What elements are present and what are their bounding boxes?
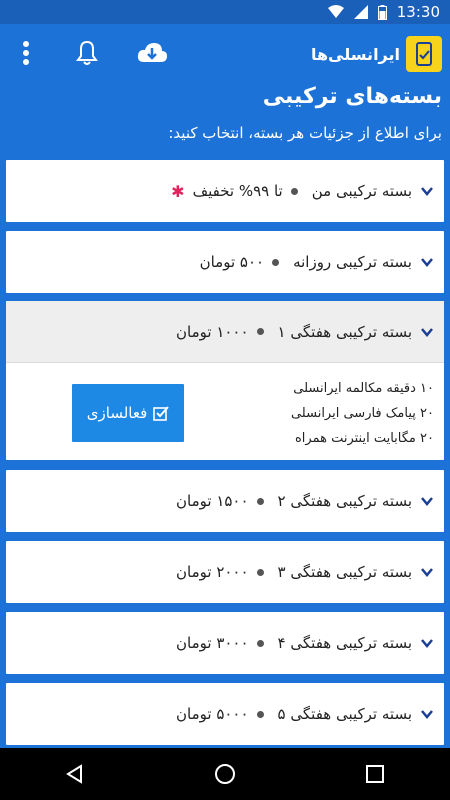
package-item-expanded[interactable]: بسته ترکیبی هفتگی ۱ ۱۰۰۰ تومان ۱۰ دقیقه … [6,301,444,460]
package-price: ۲۰۰۰ تومان [176,563,249,581]
package-header[interactable]: بسته ترکیبی هفتگی ۴ ۳۰۰۰ تومان [6,612,444,674]
package-item[interactable]: بسته ترکیبی هفتگی ۵ ۵۰۰۰ تومان [6,683,444,745]
package-price: ۱۵۰۰ تومان [176,492,249,510]
package-price: ۳۰۰۰ تومان [176,634,249,652]
navigation-bar [0,748,450,800]
feature-list: ۱۰ دقیقه مکالمه ایرانسلی ۲۰ پیامک فارسی … [291,376,434,451]
bell-icon[interactable] [72,38,102,68]
package-header[interactable]: بسته ترکیبی هفتگی ۱ ۱۰۰۰ تومان [6,301,444,363]
package-item[interactable]: بسته ترکیبی هفتگی ۲ ۱۵۰۰ تومان [6,470,444,532]
package-header[interactable]: بسته ترکیبی هفتگی ۵ ۵۰۰۰ تومان [6,683,444,745]
signal-icon [353,5,368,19]
package-price: ۵۰۰ تومان [199,253,265,271]
package-name: بسته ترکیبی هفتگی ۲ [277,492,412,510]
package-name: بسته ترکیبی هفتگی ۵ [277,705,412,723]
separator-dot [256,639,264,647]
package-item[interactable]: بسته ترکیبی هفتگی ۳ ۲۰۰۰ تومان [6,541,444,603]
package-name: بسته ترکیبی هفتگی ۴ [277,634,412,652]
chevron-down-icon [420,184,434,198]
feature-item: ۱۰ دقیقه مکالمه ایرانسلی [293,381,434,396]
wifi-icon [327,5,344,19]
page-subtitle: برای اطلاع از جزئیات هر بسته، انتخاب کنی… [168,124,442,142]
package-price: ۱۰۰۰ تومان [176,322,249,341]
package-name: بسته ترکیبی هفتگی ۱ [277,322,412,341]
activate-label: فعالسازی [86,404,148,422]
package-list: بسته ترکیبی من تا ۹۹% تخفیف ✱ بسته ترکیب… [0,146,450,748]
chevron-down-icon [420,255,434,269]
app-header: ایرانسلی‌ها بسته‌های ترکیبی برای اطلاع ا… [0,24,450,146]
checkbox-icon [153,405,169,421]
package-name: بسته ترکیبی هفتگی ۳ [277,563,412,581]
package-item[interactable]: بسته ترکیبی من تا ۹۹% تخفیف ✱ [6,160,444,222]
home-icon[interactable] [205,754,245,794]
status-bar: 13:30 [0,0,450,24]
package-name: بسته ترکیبی من [311,182,412,200]
package-header[interactable]: بسته ترکیبی هفتگی ۳ ۲۰۰۰ تومان [6,541,444,603]
package-details: ۱۰ دقیقه مکالمه ایرانسلی ۲۰ پیامک فارسی … [6,364,444,461]
package-name: بسته ترکیبی روزانه [293,253,412,271]
activate-button[interactable]: فعالسازی [72,384,184,442]
brand-name: ایرانسلی‌ها [310,44,400,64]
star-badge: ✱ [171,181,185,201]
chevron-down-icon [420,636,434,650]
package-price: تا ۹۹% تخفیف [192,182,283,200]
status-time: 13:30 [396,3,440,21]
separator-dot [256,497,264,505]
package-item[interactable]: بسته ترکیبی روزانه ۵۰۰ تومان [6,231,444,293]
back-icon[interactable] [55,754,95,794]
brand-logo [406,36,442,72]
chevron-down-icon [420,707,434,721]
recents-icon[interactable] [355,754,395,794]
package-header[interactable]: بسته ترکیبی هفتگی ۲ ۱۵۰۰ تومان [6,470,444,532]
overflow-menu-icon[interactable] [14,38,38,68]
cloud-download-icon[interactable] [135,36,169,70]
feature-item: ۲۰ پیامک فارسی ایرانسلی [290,406,434,421]
separator-dot [290,187,298,195]
package-item[interactable]: بسته ترکیبی هفتگی ۴ ۳۰۰۰ تومان [6,612,444,674]
separator-dot [272,258,280,266]
page-title: بسته‌های ترکیبی [262,84,442,109]
feature-item: ۲۰ مگابایت اینترنت همراه [294,431,434,446]
chevron-down-icon [420,565,434,579]
battery-icon [377,4,387,20]
chevron-down-icon [420,494,434,508]
toolbar: ایرانسلی‌ها [0,24,450,82]
separator-dot [256,568,264,576]
package-header[interactable]: بسته ترکیبی روزانه ۵۰۰ تومان [6,231,444,293]
brand: ایرانسلی‌ها [311,36,442,72]
separator-dot [256,710,264,718]
package-header[interactable]: بسته ترکیبی من تا ۹۹% تخفیف ✱ [6,160,444,222]
chevron-down-icon [420,325,434,339]
package-price: ۵۰۰۰ تومان [176,705,249,723]
separator-dot [256,328,264,335]
